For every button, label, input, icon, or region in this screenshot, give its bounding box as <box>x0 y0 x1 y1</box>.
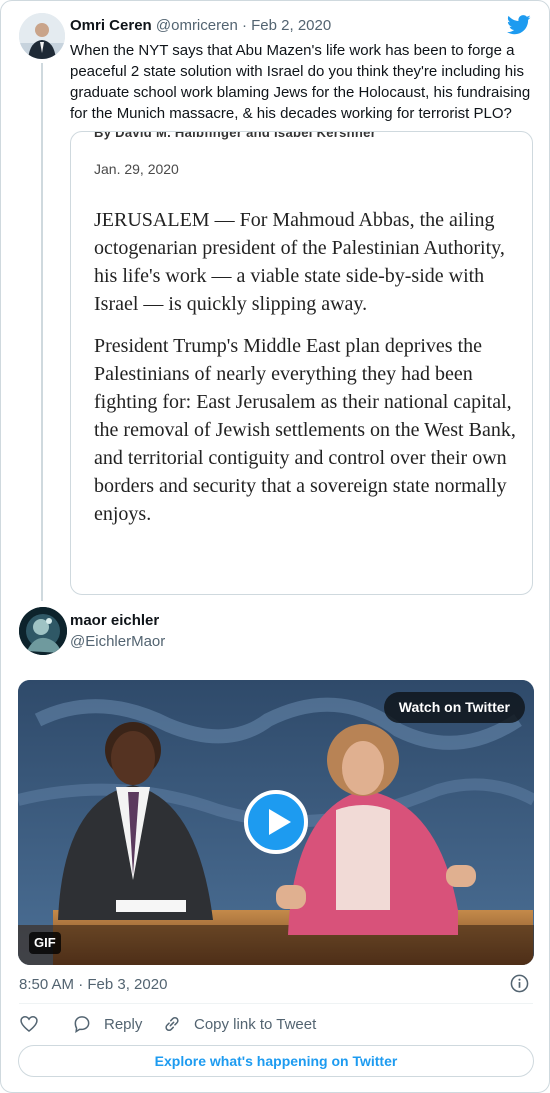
article-screenshot-image[interactable]: By David M. Halbfinger and Isabel Kershn… <box>70 131 533 595</box>
thread-connector-line <box>41 63 43 601</box>
omri-ceren-avatar[interactable] <box>19 13 65 59</box>
copy-link-button[interactable]: Copy link to Tweet <box>162 1014 316 1034</box>
maor-eichler-avatar[interactable] <box>19 607 67 655</box>
author-handle[interactable]: @omriceren <box>156 17 238 34</box>
gif-badge: GIF <box>29 932 61 954</box>
article-paragraph: JERUSALEM — For Mahmoud Abbas, the ailin… <box>94 209 505 315</box>
header-separator: · <box>241 17 247 34</box>
heart-icon <box>20 1015 38 1033</box>
play-icon[interactable] <box>244 790 308 854</box>
reply-icon <box>74 1016 90 1033</box>
author-name[interactable]: Omri Ceren <box>70 17 152 34</box>
reply-author-handle[interactable]: @EichlerMaor <box>70 633 165 650</box>
info-icon[interactable] <box>510 974 529 993</box>
like-button[interactable] <box>19 1014 51 1034</box>
embedded-tweet-card: Omri Ceren @omriceren · Feb 2, 2020 When… <box>0 0 550 1093</box>
reply-button[interactable]: Reply <box>72 1014 142 1034</box>
article-byline: By David M. Halbfinger and Isabel Kershn… <box>94 131 377 140</box>
article-date: Jan. 29, 2020 <box>94 161 179 177</box>
divider <box>19 1003 533 1004</box>
article-body: JERUSALEM — For Mahmoud Abbas, the ailin… <box>94 206 524 542</box>
article-paragraph: President Trump's Middle East plan depri… <box>94 335 516 525</box>
gif-media-player[interactable]: Watch on Twitter GIF <box>18 680 534 965</box>
explore-twitter-button[interactable]: Explore what's happening on Twitter <box>18 1045 534 1077</box>
reply-author-name[interactable]: maor eichler <box>70 612 159 629</box>
reply-label: Reply <box>104 1015 143 1033</box>
tweet-timestamp-link[interactable]: 8:50 AM · Feb 3, 2020 <box>19 976 167 993</box>
twitter-bird-icon[interactable] <box>507 15 531 35</box>
quoted-tweet-text: When the NYT says that Abu Mazen's life … <box>70 42 531 122</box>
tweet-date-link[interactable]: Feb 2, 2020 <box>251 17 331 34</box>
copy-link-label: Copy link to Tweet <box>194 1015 317 1033</box>
quoted-tweet-header: Omri Ceren @omriceren · Feb 2, 2020 <box>70 17 331 34</box>
link-icon <box>165 1016 179 1032</box>
watch-on-twitter-button[interactable]: Watch on Twitter <box>383 692 525 723</box>
